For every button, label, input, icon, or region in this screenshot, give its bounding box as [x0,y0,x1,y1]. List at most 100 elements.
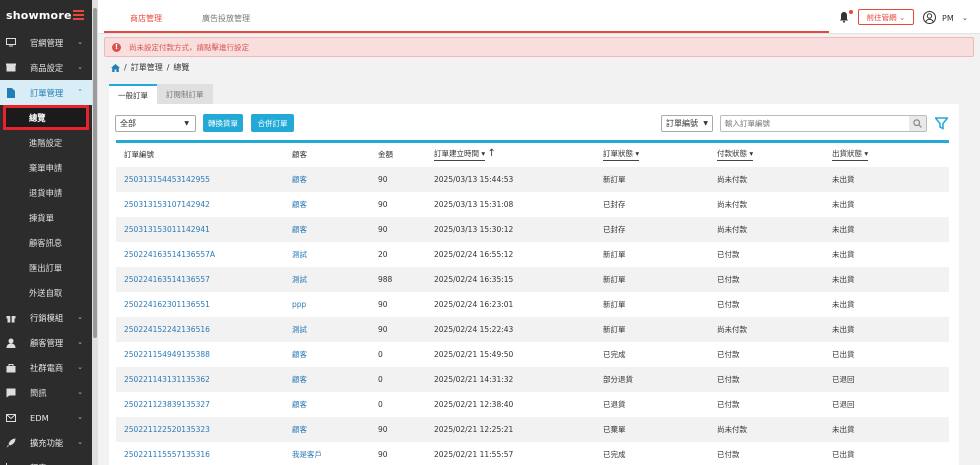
col-shipping-status[interactable]: 出貨狀態 ▾ [832,142,949,167]
status-filter-select[interactable]: 全部 ▼ [115,115,196,132]
caret-down-icon: ▼ [703,120,708,127]
transfer-button[interactable]: 轉換貨單 [203,114,243,132]
sidebar-item-customers[interactable]: 顧客管理 ⌄ [0,330,92,355]
order-number-link[interactable]: 250224163514136557 [116,267,292,292]
sidebar-subitem-overview[interactable]: 總覽 [3,105,89,130]
go-to-store-button[interactable]: 前往管網 ⌄ [858,9,914,25]
order-status-cell: 已退貨 [603,399,626,409]
customer-link[interactable]: 測試 [292,242,378,267]
sidebar-subitem-customer-messages[interactable]: 顧客訊息 [0,230,92,255]
sidebar-item-social[interactable]: 社群電商 ⌄ [0,355,92,380]
breadcrumb-orders[interactable]: 訂單管理 [131,62,163,73]
sidebar-item-label: 商品設定 [30,62,64,73]
sidebar-scrollbar-thumb[interactable] [93,8,97,338]
chevron-down-icon: ⌄ [899,12,906,22]
caret-down-icon: ▾ [635,149,640,159]
customer-link[interactable]: 顧客 [292,192,378,217]
tab-ad-management[interactable]: 廣告投放管理 [202,13,250,24]
customer-link[interactable]: 測試 [292,267,378,292]
created-time-sort[interactable]: 訂單建立時間 ▾ [434,148,486,162]
search-field-value: 訂單編號 [666,119,698,128]
order-number-link[interactable]: 250221115557135316 [116,442,292,465]
table-row[interactable]: 250221154949135388 顧客 0 2025/02/21 15:49:50… [116,342,949,367]
customer-link[interactable]: 測試 [292,317,378,342]
customer-link[interactable]: 顧客 [292,367,378,392]
customer-link[interactable]: 顧客 [292,217,378,242]
home-icon[interactable] [111,63,120,72]
order-number-link[interactable]: 250221154949135388 [116,342,292,367]
sort-ascending-icon[interactable]: ↑ [488,148,496,159]
col-created-time[interactable]: 訂單建立時間 ▾ ↑ [434,142,603,167]
tab-store-management[interactable]: 商店管理 [130,13,162,24]
created-time-cell: 2025/02/24 15:22:43 [434,324,514,334]
tab-general-orders[interactable]: 一般訂單 [109,84,157,104]
table-row[interactable]: 250224152242136516 測試 90 2025/02/24 15:22:4… [116,316,949,342]
payment-status-cell: 尚未付款 [717,424,747,434]
customer-link[interactable]: 顧客 [292,167,378,192]
col-payment-status[interactable]: 付款狀態 ▾ [717,142,832,167]
sidebar-subitem-return-requests[interactable]: 退貨申請 [0,180,92,205]
table-row[interactable]: 250221122520135323 顧客 90 2025/02/21 12:25:2… [116,416,949,442]
order-number-link[interactable]: 250224162301136551 [116,292,292,317]
table-row[interactable]: 250313154453142955 顧客 90 2025/03/13 15:44:5… [116,166,949,192]
table-row[interactable]: 250221143131135362 顧客 0 2025/02/21 14:31:32… [116,366,949,392]
sidebar-item-reports[interactable]: 報表 ⌄ [0,455,92,465]
order-number-link[interactable]: 250313153107142942 [116,192,292,217]
search-button[interactable] [909,116,926,131]
amount-cell: 20 [378,249,388,259]
sidebar-subitem-export[interactable]: 匯出訂單 [0,255,92,280]
table-row[interactable]: 250313153011142941 顧客 90 2025/03/13 15:30:1… [116,216,949,242]
shipping-status-filter[interactable]: 出貨狀態 ▾ [832,148,869,162]
col-order-status[interactable]: 訂單狀態 ▾ [603,142,717,167]
order-number-link[interactable]: 250221122520135323 [116,417,292,442]
table-row[interactable]: 250224163514136557A 測試 20 2025/02/24 16:55:… [116,242,949,267]
payment-alert[interactable]: ! 尚未設定付款方式，請點擊進行設定 [104,37,974,57]
payment-status-label: 付款狀態 [717,149,747,159]
sidebar-item-edm[interactable]: EDM ⌄ [0,405,92,430]
chevron-down-icon[interactable]: ⌄ [962,14,968,22]
order-status-cell: 新訂單 [603,249,626,259]
filter-icon[interactable] [935,117,948,130]
sidebar-item-products[interactable]: 商品設定 ⌄ [0,55,92,80]
table-row[interactable]: 250221115557135316 我是客戶 90 2025/02/21 11:55… [116,442,949,465]
customer-link[interactable]: 我是客戶 [292,442,378,465]
tab-subscription-orders[interactable]: 訂閱制訂單 [157,84,213,104]
table-row[interactable]: 250221123839135327 顧客 0 2025/02/21 12:38:40… [116,392,949,417]
order-number-link[interactable]: 250224163514136557A [116,242,292,267]
sidebar-subitem-cancel-requests[interactable]: 棄單申請 [0,155,92,180]
customer-link[interactable]: 顧客 [292,342,378,367]
sidebar-item-marketing[interactable]: 行銷模組 ⌄ [0,305,92,330]
sidebar-subitem-advanced[interactable]: 進階設定 [0,130,92,155]
sidebar-subitem-picking-list[interactable]: 揀貨單 [0,205,92,230]
table-row[interactable]: 250224163514136557 測試 988 2025/02/24 16:35:… [116,266,949,292]
chevron-down-icon: ⌄ [77,363,83,371]
sidebar-item-label: EDM [30,412,49,423]
sidebar-item-website[interactable]: 官網管理 ⌄ [0,30,92,55]
amount-cell: 0 [378,374,383,384]
table-row[interactable]: 250224162301136551 ppp 90 2025/02/24 16:23:… [116,292,949,317]
sidebar-item-label: 訂單管理 [30,87,64,98]
search-input[interactable] [720,115,927,132]
order-number-link[interactable]: 250221143131135362 [116,367,292,392]
sidebar-item-orders[interactable]: 訂單管理 ⌃ [0,80,92,105]
user-name[interactable]: PM [942,14,954,23]
search-field-select[interactable]: 訂單編號 ▼ [661,115,713,132]
order-status-filter[interactable]: 訂單狀態 ▾ [603,148,640,162]
customer-link[interactable]: 顧客 [292,417,378,442]
sidebar-item-label: 官網管理 [30,37,64,48]
order-number-link[interactable]: 250224152242136516 [116,317,292,342]
customer-link[interactable]: ppp [292,292,378,317]
user-avatar-icon[interactable] [923,11,936,24]
payment-status-filter[interactable]: 付款狀態 ▾ [717,148,754,162]
order-number-link[interactable]: 250313154453142955 [116,167,292,192]
sidebar-item-extensions[interactable]: 擴充功能 ⌄ [0,430,92,455]
sidebar-subitem-delivery[interactable]: 外送自取 [0,280,92,305]
table-row[interactable]: 250313153107142942 顧客 90 2025/03/13 15:31:0… [116,192,949,217]
order-number-link[interactable]: 250313153011142941 [116,217,292,242]
order-number-link[interactable]: 250221123839135327 [116,392,292,417]
customer-link[interactable]: 顧客 [292,392,378,417]
payment-status-cell: 尚未付款 [717,324,747,334]
hamburger-icon[interactable] [73,10,84,20]
sidebar-item-sms[interactable]: 簡訊 ⌄ [0,380,92,405]
merge-orders-button[interactable]: 合併訂單 [251,114,294,132]
